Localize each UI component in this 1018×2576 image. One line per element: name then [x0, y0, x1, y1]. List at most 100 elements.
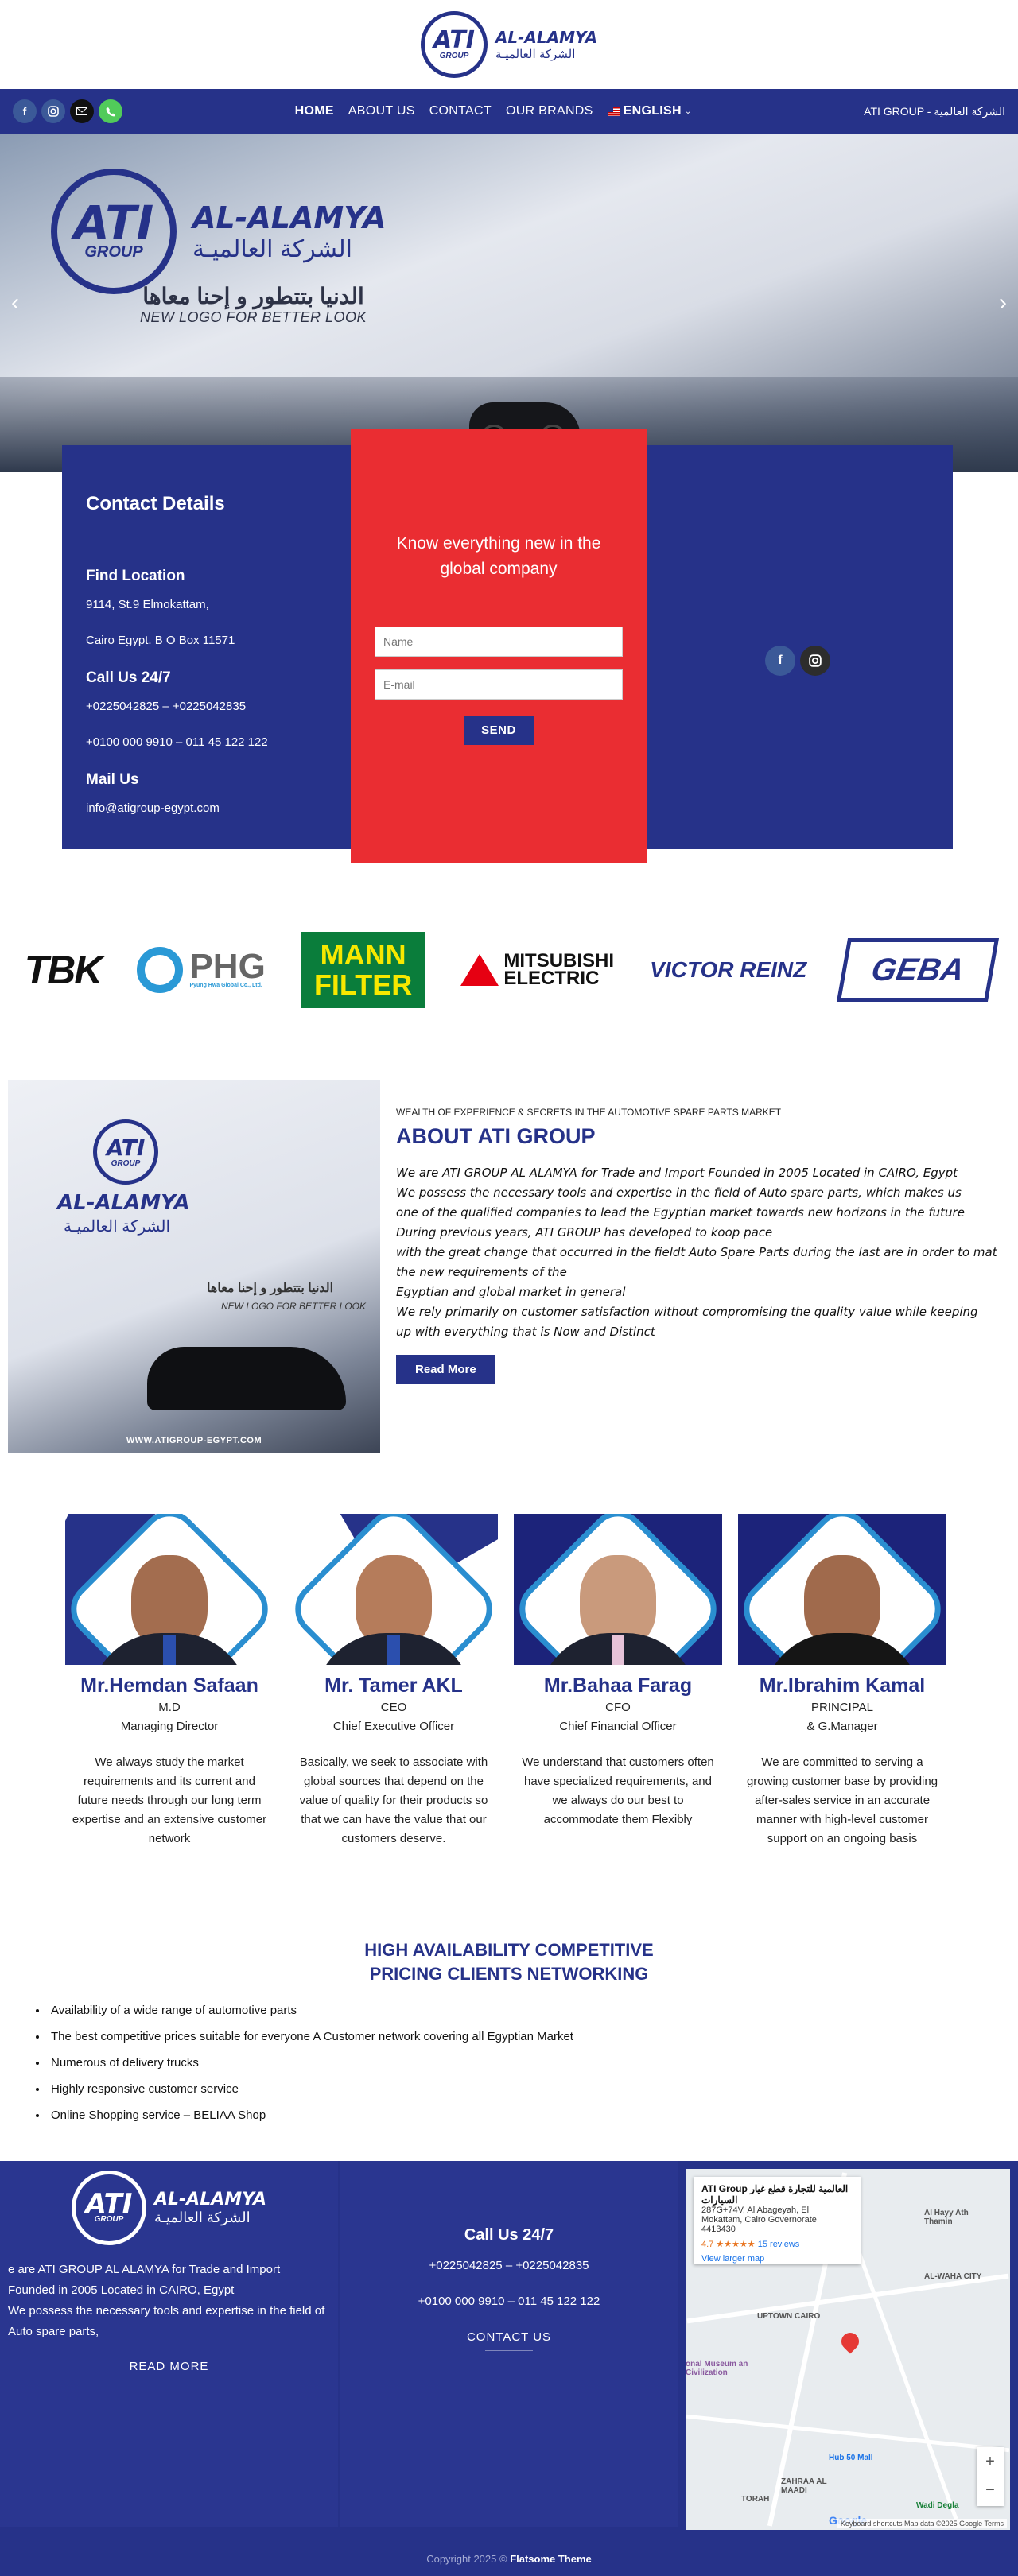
about-section: WEALTH OF EXPERIENCE & SECRETS IN THE AU… [396, 1107, 1008, 1384]
zoom-out-button[interactable]: − [977, 2476, 1004, 2504]
nav-home[interactable]: HOME [295, 104, 334, 118]
logo-emblem: ATI GROUP [420, 11, 488, 78]
map-attribution[interactable]: Keyboard shortcuts Map data ©2025 Google… [837, 2519, 1007, 2528]
nav-contact[interactable]: CONTACT [429, 104, 492, 118]
map-label: TORAH [741, 2495, 770, 2504]
hero-logo-mark: ATI [73, 195, 154, 250]
nav-our-brands[interactable]: OUR BRANDS [506, 104, 593, 118]
email-input[interactable] [375, 669, 623, 700]
about-logo-name-en: AL-ALAMYA [57, 1191, 190, 1215]
read-more-button[interactable]: Read More [396, 1355, 495, 1384]
member-role: CEO [380, 1701, 407, 1714]
map-label: Wadi Degla [916, 2501, 959, 2510]
footer-about-line: Founded in 2005 Located in CAIRO, Egypt [8, 2283, 235, 2297]
team-member: Mr.Bahaa Farag CFO Chief Financial Offic… [512, 1514, 724, 1849]
map-rating-stars: ★★★★★ [716, 2240, 756, 2249]
team-member: Mr.Hemdan Safaan M.D Managing Director W… [64, 1514, 275, 1849]
brand-phg-logo[interactable]: PHG Pyung Hwa Global Co., Ltd. [137, 947, 266, 993]
feature-list: Availability of a wide range of automoti… [48, 2004, 573, 2135]
map-label: Hub 50 Mall [829, 2454, 873, 2462]
brand-mann-filter-logo[interactable]: MANN FILTER [301, 932, 425, 1008]
theme-link[interactable]: Flatsome Theme [510, 2553, 592, 2565]
language-switcher[interactable]: ENGLISH ⌄ [607, 104, 692, 118]
footer-logo-group: GROUP [94, 2214, 124, 2224]
phone-line-1[interactable]: +0225042825 – +0225042835 [86, 700, 317, 713]
footer-logo[interactable]: ATI GROUP AL-ALAMYA الشركة العالميـة [72, 2171, 266, 2245]
phg-subtitle: Pyung Hwa Global Co., Ltd. [189, 983, 262, 988]
brand-mitsubishi-logo[interactable]: MITSUBISHI ELECTRIC [460, 952, 614, 989]
member-title: Chief Financial Officer [559, 1720, 677, 1733]
highlights-line-1: HIGH AVAILABILITY COMPETITIVE [364, 1940, 654, 1960]
footer-logo-name-ar: الشركة العالميـة [154, 2209, 251, 2225]
hero-logo-group: GROUP [84, 242, 143, 261]
mitsubishi-mark-icon [460, 954, 499, 986]
nav-about-us[interactable]: ABOUT US [348, 104, 415, 118]
hero-slogan-en: NEW LOGO FOR BETTER LOOK [140, 309, 367, 325]
phg-circle-icon [137, 947, 184, 993]
geba-name: GEBA [868, 952, 968, 987]
header-brand-text[interactable]: ATI GROUP - الشركة العالمية [864, 105, 1005, 118]
brand-tbk-logo[interactable]: TBK [25, 947, 103, 993]
email-link[interactable]: info@atigroup-egypt.com [86, 801, 317, 815]
brand-geba-logo[interactable]: GEBA [837, 938, 1000, 1002]
member-photo [738, 1514, 946, 1665]
newsletter-tagline: Know everything new in the global compan… [396, 534, 601, 578]
logo-name-ar: الشركة العالميـة [495, 48, 576, 61]
about-body: We are ATI GROUP AL ALAMYA for Trade and… [396, 1163, 1008, 1342]
slider-prev-icon[interactable]: ‹ [11, 289, 19, 316]
phone-line-2[interactable]: +0100 000 9910 – 011 45 122 122 [86, 735, 317, 749]
send-button[interactable]: SEND [464, 716, 534, 745]
view-larger-map-link[interactable]: View larger map [701, 2254, 853, 2264]
google-map[interactable]: Al Hayy Ath Thamin AL-WAHA CITY UPTOWN C… [686, 2169, 1010, 2530]
contact-title: Contact Details [86, 493, 225, 514]
member-name: Mr.Hemdan Safaan [80, 1674, 258, 1697]
map-reviews-link[interactable]: 15 reviews [758, 2240, 800, 2249]
address-line-2: Cairo Egypt. B O Box 11571 [86, 634, 235, 647]
member-photo [514, 1514, 722, 1665]
about-logo-emblem: ATI GROUP [93, 1119, 158, 1185]
zoom-in-button[interactable]: + [977, 2447, 1004, 2476]
facebook-icon[interactable]: f [13, 99, 37, 123]
map-label: UPTOWN CAIRO [757, 2312, 821, 2321]
member-title: & G.Manager [806, 1720, 878, 1733]
map-rating: 4.7 ★★★★★ 15 reviews [701, 2239, 853, 2249]
about-logo-mark: ATI [106, 1134, 146, 1161]
about-line: one of the qualified companies to lead t… [396, 1205, 965, 1220]
name-input[interactable] [375, 627, 623, 657]
about-kicker: WEALTH OF EXPERIENCE & SECRETS IN THE AU… [396, 1107, 782, 1118]
mail-icon[interactable] [70, 99, 94, 123]
feature-item: Availability of a wide range of automoti… [48, 2004, 573, 2017]
footer-logo-name-en: AL-ALAMYA [154, 2190, 266, 2209]
slider-next-icon[interactable]: › [999, 289, 1007, 316]
team-member: Mr.Ibrahim Kamal PRINCIPAL & G.Manager W… [736, 1514, 948, 1849]
brand-victor-reinz-logo[interactable]: VICTOR REINZ [650, 957, 806, 983]
map-pin-icon[interactable] [837, 2329, 863, 2354]
footer-contact-us-link[interactable]: CONTACT US [340, 2330, 678, 2351]
member-photo [289, 1514, 498, 1665]
footer-phone-1[interactable]: +0225042825 – +0225042835 [340, 2259, 678, 2272]
phone-icon[interactable] [99, 99, 122, 123]
highlights-line-2: PRICING CLIENTS NETWORKING [369, 1964, 649, 1984]
team-section: Mr.Hemdan Safaan M.D Managing Director W… [64, 1514, 948, 1849]
mitsubishi-line-2: ELECTRIC [503, 968, 600, 989]
instagram-icon[interactable] [41, 99, 65, 123]
feature-item: Numerous of delivery trucks [48, 2056, 573, 2070]
facebook-icon[interactable]: f [765, 646, 795, 676]
main-menu: HOME ABOUT US CONTACT OUR BRANDS ENGLISH… [295, 104, 692, 118]
about-car-image [147, 1347, 346, 1410]
instagram-icon[interactable] [800, 646, 830, 676]
about-line: with the great change that occurred in t… [396, 1245, 997, 1259]
map-label: AL-WAHA CITY [924, 2272, 982, 2281]
map-address-line: 4413430 [701, 2225, 736, 2234]
member-description: Basically, we seek to associate with glo… [299, 1755, 488, 1845]
site-logo[interactable]: ATI GROUP AL-ALAMYA الشركة العالميـة [420, 11, 597, 78]
site-header: ATI GROUP AL-ALAMYA الشركة العالميـة [0, 0, 1018, 89]
hero-logo-text: AL-ALAMYA الشركة العالميـة [192, 200, 387, 263]
footer-read-more-link[interactable]: READ MORE [0, 2360, 338, 2380]
footer-logo-mark: ATI [85, 2187, 133, 2220]
footer-logo-emblem: ATI GROUP [72, 2171, 146, 2245]
footer-phone-2[interactable]: +0100 000 9910 – 011 45 122 122 [340, 2295, 678, 2308]
hero-logo-name-en: AL-ALAMYA [192, 200, 387, 235]
map-label: Al Hayy Ath Thamin [924, 2209, 969, 2226]
footer-about-line: We possess the necessary tools and exper… [8, 2304, 325, 2318]
